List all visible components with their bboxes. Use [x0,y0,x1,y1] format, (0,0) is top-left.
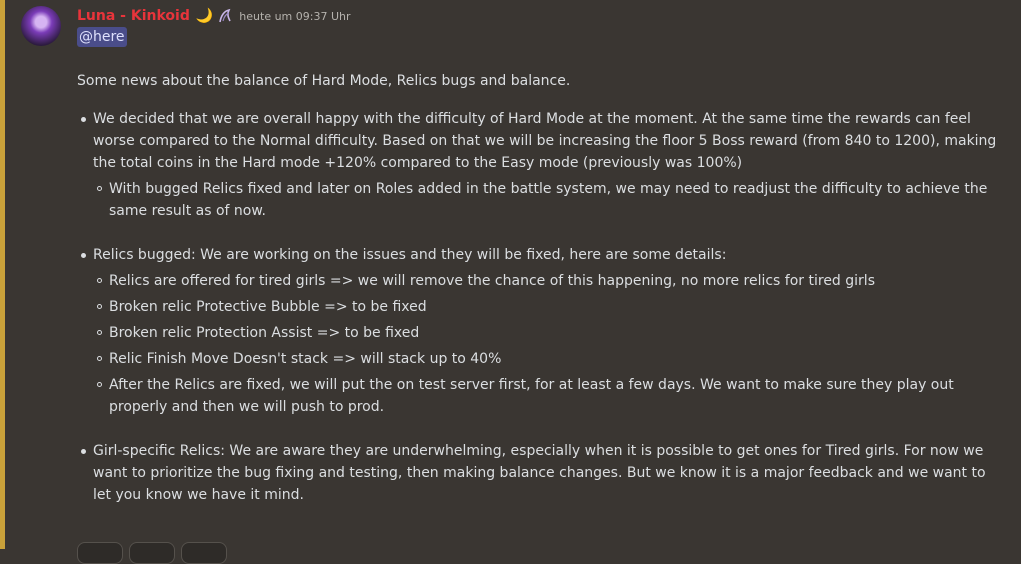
avatar[interactable] [21,6,61,46]
message-timestamp: heute um 09:37 Uhr [239,9,351,23]
reaction-button[interactable] [129,542,175,564]
sub-list: Relics are offered for tired girls => we… [93,270,1007,418]
bullet-list: We decided that we are overall happy wit… [77,108,1007,506]
bullet-text: Girl-specific Relics: We are aware they … [93,443,986,503]
reaction-bar [77,542,227,564]
here-mention[interactable]: @here [77,27,127,47]
sub-list-item: Broken relic Protection Assist => to be … [97,322,1007,344]
sub-list-item: Broken relic Protective Bubble => to be … [97,296,1007,318]
sub-list-item: Relic Finish Move Doesn't stack => will … [97,348,1007,370]
author-name[interactable]: Luna - Kinkoid [77,8,190,24]
sub-list-item: With bugged Relics fixed and later on Ro… [97,178,1007,222]
role-badge-icon[interactable] [217,8,233,24]
bullet-text: We decided that we are overall happy wit… [93,111,997,171]
sub-list-item: Relics are offered for tired girls => we… [97,270,1007,292]
sub-list: With bugged Relics fixed and later on Ro… [93,178,1007,222]
sub-list-item: After the Relics are fixed, we will put … [97,374,1007,418]
moon-badge-icon: 🌙 [195,8,214,24]
reaction-button[interactable] [77,542,123,564]
list-item: Girl-specific Relics: We are aware they … [81,440,1007,506]
message-content: Some news about the balance of Hard Mode… [77,70,1007,506]
list-item: Relics bugged: We are working on the iss… [81,244,1007,418]
bullet-text: Relics bugged: We are working on the iss… [93,247,727,263]
message-intro: Some news about the balance of Hard Mode… [77,73,571,89]
message-header: Luna - Kinkoid 🌙 heute um 09:37 Uhr [77,6,351,26]
list-item: We decided that we are overall happy wit… [81,108,1007,222]
reaction-button[interactable] [181,542,227,564]
mention-highlight-bar [0,0,5,549]
